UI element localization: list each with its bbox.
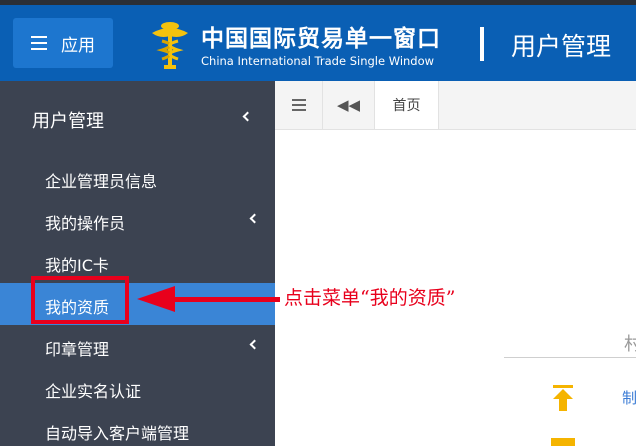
double-chevron-left-icon: ◀◀ [336,96,361,114]
sidebar-item-label: 我的操作员 [45,214,126,233]
app-button-label: 应用 [61,35,95,56]
sidebar-item-auto-import-client[interactable]: 自动导入客户端管理 [0,409,275,446]
tab-home[interactable]: 首页 [375,81,439,129]
menu-icon [31,36,47,50]
upload-icon-partial [551,438,575,446]
upload-icon [553,385,573,411]
annotation-highlight-box [31,276,129,324]
annotation-callout: 点击菜单“我的资质” [284,287,456,309]
scroll-tabs-left-button[interactable]: ◀◀ [323,81,375,129]
sidebar-item-real-name-auth[interactable]: 企业实名认证 [0,367,275,409]
chevron-left-icon [242,111,253,122]
site-title-en: China International Trade Single Window [201,54,435,68]
sidebar-item-admin-info[interactable]: 企业管理员信息 [0,157,275,199]
content-partial-text: 村 [624,334,636,355]
sidebar-item-seal-management[interactable]: 印章管理 [0,325,275,367]
toggle-sidebar-button[interactable] [275,81,323,129]
sidebar-item-label: 自动导入客户端管理 [45,424,190,443]
sidebar-item-label: 企业实名认证 [45,382,142,401]
header-divider [480,27,484,61]
app-menu-button[interactable]: 应用 [13,18,113,68]
sidebar-item-label: 印章管理 [45,340,110,359]
sidebar-item-my-operators[interactable]: 我的操作员 [0,199,275,241]
content-divider [504,357,636,358]
site-title-cn: 中国国际贸易单一窗口 [201,26,441,52]
page: 应用 中国国际贸易单一窗口 China International Trade … [0,0,636,446]
sidebar-item-label: 企业管理员信息 [45,172,158,191]
tab-home-label: 首页 [392,98,421,114]
sidebar-section-label: 用户管理 [32,111,104,132]
chevron-left-icon [249,213,260,224]
module-title: 用户管理 [511,32,612,61]
chevron-left-icon [249,339,260,350]
content-partial-link[interactable]: 制 [622,387,636,408]
tab-bar: ◀◀ 首页 [275,81,636,130]
menu-icon [291,99,306,111]
sidebar: 用户管理 企业管理员信息 我的操作员 我的IC卡 我的资质 印章管理 企业实名认… [0,81,275,446]
header: 应用 中国国际贸易单一窗口 China International Trade … [0,5,636,81]
customs-emblem-icon [152,22,188,69]
sidebar-section-user-management[interactable]: 用户管理 [0,81,275,157]
annotation-arrow-icon [137,286,175,312]
annotation-arrow-shaft [173,297,280,302]
sidebar-item-label: 我的IC卡 [45,256,109,275]
